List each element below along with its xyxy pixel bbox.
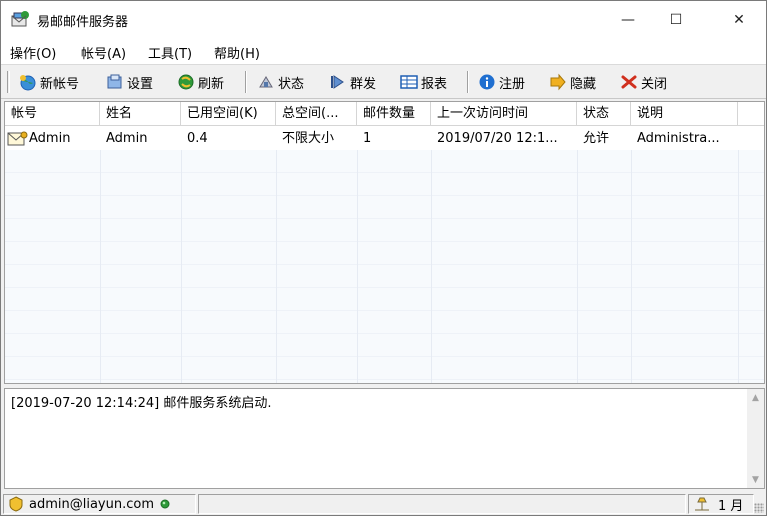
status-message-panel (198, 494, 686, 514)
maximize-button[interactable]: ☐ (653, 1, 699, 39)
cell-used-space: 0.4 (187, 131, 208, 146)
log-line: [2019-07-20 12:14:24] 邮件服务系统启动. (11, 396, 272, 411)
minimize-button[interactable]: — (605, 1, 651, 39)
online-status-icon (160, 499, 170, 509)
cell-name: Admin (106, 131, 148, 146)
grid-line (631, 127, 632, 383)
status-month: 1 月 (718, 498, 744, 514)
new-account-label: 新帐号 (40, 76, 80, 92)
window-title: 易邮邮件服务器 (37, 15, 129, 30)
status-date-panel: 1 月 (688, 494, 754, 514)
broadcast-button[interactable]: 群发 (328, 71, 376, 93)
hide-button[interactable]: 隐藏 (548, 71, 596, 93)
column-mail-count[interactable]: 邮件数量 (357, 102, 431, 126)
mail-user-icon (7, 131, 28, 145)
list-header: 帐号 姓名 已用空间(K) 总空间(... 邮件数量 上一次访问时间 状态 说明 (5, 102, 764, 126)
status-account-panel: admin@liayun.com (3, 494, 196, 514)
info-icon (479, 74, 495, 90)
refresh-label: 刷新 (198, 76, 225, 92)
grid-line (276, 127, 277, 383)
table-row[interactable]: Admin Admin 0.4 不限大小 1 2019/07/20 12:1..… (5, 127, 764, 150)
close-label: 关闭 (641, 76, 668, 92)
settings-label: 设置 (127, 76, 154, 92)
grid-line (738, 127, 739, 383)
cell-status: 允许 (583, 131, 610, 146)
account-list[interactable]: 帐号 姓名 已用空间(K) 总空间(... 邮件数量 上一次访问时间 状态 说明 (4, 101, 765, 384)
refresh-globe-icon (178, 74, 194, 90)
register-label: 注册 (499, 76, 526, 92)
main-window: 易邮邮件服务器 — ☐ ✕ 操作(O) 帐号(A) 工具(T) 帮助(H) 新帐… (0, 0, 767, 516)
refresh-button[interactable]: 刷新 (176, 71, 224, 93)
menu-bar: 操作(O) 帐号(A) 工具(T) 帮助(H) (1, 39, 766, 65)
broadcast-play-icon (331, 75, 344, 89)
register-button[interactable]: 注册 (477, 71, 525, 93)
grid-line (181, 127, 182, 383)
toolbar-separator (467, 71, 469, 93)
status-button[interactable]: 状态 (256, 71, 304, 93)
new-account-button[interactable]: 新帐号 (18, 71, 79, 93)
grid-line (357, 127, 358, 383)
column-used-space[interactable]: 已用空间(K) (181, 102, 276, 126)
column-last-access[interactable]: 上一次访问时间 (431, 102, 577, 126)
broadcast-label: 群发 (350, 76, 377, 92)
cell-total-space: 不限大小 (282, 131, 335, 146)
list-body (5, 127, 764, 383)
grid-line (100, 127, 101, 383)
settings-button[interactable]: 设置 (105, 71, 153, 93)
hide-label: 隐藏 (570, 76, 597, 92)
cell-account-text: Admin (29, 131, 71, 146)
column-status[interactable]: 状态 (577, 102, 631, 126)
settings-box-icon (107, 74, 122, 89)
status-monitor-icon (259, 76, 273, 88)
status-account: admin@liayun.com (29, 496, 154, 512)
toolbar-grip[interactable] (7, 71, 10, 93)
cell-mail-count: 1 (363, 131, 372, 146)
status-bar: admin@liayun.com 1 月 (1, 492, 766, 515)
menu-tools[interactable]: 工具(T) (148, 43, 192, 62)
user-shield-icon (9, 496, 23, 512)
cell-account: Admin (5, 127, 100, 150)
grid-line (577, 127, 578, 383)
cell-description: Administra... (637, 131, 720, 146)
globe-new-icon (20, 75, 36, 91)
menu-account[interactable]: 帐号(A) (81, 43, 126, 62)
report-label: 报表 (421, 76, 448, 92)
grid-line (431, 127, 432, 383)
close-window-button[interactable]: ✕ (716, 1, 762, 39)
column-total-space[interactable]: 总空间(... (276, 102, 357, 126)
lamp-icon (695, 497, 709, 511)
status-label: 状态 (278, 76, 305, 92)
report-button[interactable]: 报表 (399, 71, 447, 93)
hide-arrow-icon (550, 73, 566, 91)
menu-operate[interactable]: 操作(O) (10, 43, 56, 62)
column-description[interactable]: 说明 (631, 102, 738, 126)
resize-grip[interactable] (754, 503, 764, 513)
scroll-up-arrow[interactable]: ▲ (747, 389, 764, 406)
column-name[interactable]: 姓名 (100, 102, 181, 126)
close-button[interactable]: 关闭 (619, 71, 667, 93)
log-pane[interactable]: [2019-07-20 12:14:24] 邮件服务系统启动. ▲ ▼ (4, 388, 765, 489)
menu-help[interactable]: 帮助(H) (214, 43, 260, 62)
mail-server-icon (11, 11, 29, 27)
cell-last-access: 2019/07/20 12:1... (437, 131, 558, 146)
scroll-down-arrow[interactable]: ▼ (747, 471, 764, 488)
log-scrollbar[interactable]: ▲ ▼ (747, 389, 764, 488)
column-account[interactable]: 帐号 (5, 102, 100, 126)
report-table-icon (400, 75, 418, 89)
title-bar[interactable]: 易邮邮件服务器 — ☐ ✕ (1, 1, 766, 39)
toolbar-separator (245, 71, 247, 93)
toolbar: 新帐号 设置 刷新 状态 群发 报表 注册 隐藏 关闭 (1, 65, 766, 99)
close-x-icon (621, 75, 637, 89)
